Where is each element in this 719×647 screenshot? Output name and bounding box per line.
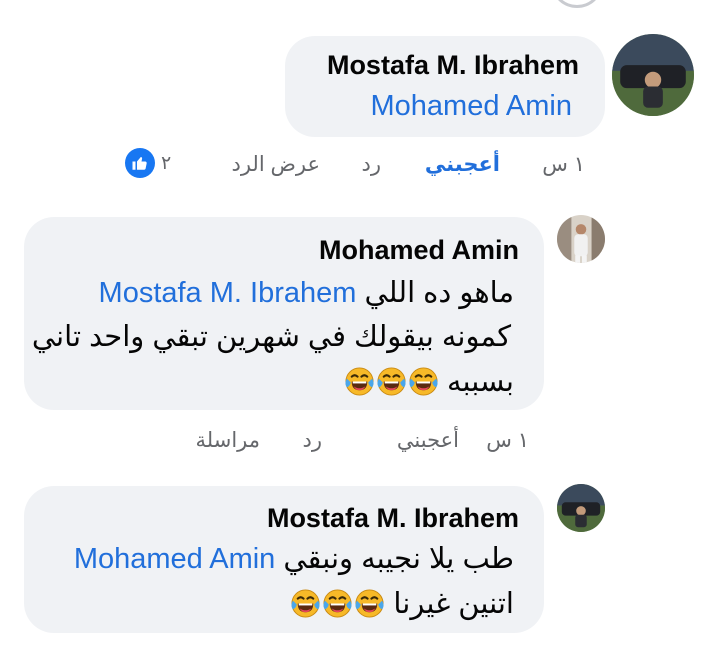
reply-button[interactable]: رد [362, 152, 382, 177]
comment-timestamp[interactable]: ١ س [486, 428, 529, 453]
comment-line: كمونه بيقولك في شهرين تبقي واحد تاني [31, 321, 511, 353]
reaction-count: ٢ [161, 152, 172, 174]
reply-button[interactable]: رد [303, 428, 323, 453]
reaction-summary[interactable]: ٢ [125, 148, 171, 178]
laughing-tears-emoji [322, 588, 353, 619]
avatar-image [557, 484, 605, 532]
laughing-tears-emoji [354, 588, 385, 619]
comment-text: ماهو ده اللي [356, 277, 514, 309]
avatar[interactable] [557, 215, 605, 263]
comment-author[interactable]: Mostafa M. Ibrahem [327, 50, 579, 81]
comment-timestamp[interactable]: ١ س [542, 152, 585, 177]
comment-line: ماهو ده اللي Mostafa M. Ibrahem [99, 275, 514, 310]
previous-avatar-edge [552, 0, 602, 8]
comment-line: طب يلا نجيبه ونبقي Mohamed Amin [74, 541, 514, 576]
comment-text: اتنين غيرنا [393, 588, 514, 620]
laughing-tears-emoji [408, 366, 439, 397]
comment-actions: ١ س أعجبني رد عرض الرد [0, 152, 600, 182]
comment-line: اتنين غيرنا [289, 586, 514, 621]
thumbs-up-icon [125, 148, 155, 178]
like-button[interactable]: أعجبني [397, 428, 459, 453]
comment-bubble: Mostafa M. Ibrahem Mohamed Amin [285, 36, 605, 137]
comment-text: طب يلا نجيبه ونبقي [275, 543, 514, 575]
mention-link[interactable]: Mostafa M. Ibrahem [99, 277, 357, 309]
comment-bubble: Mohamed Amin ماهو ده اللي Mostafa M. Ibr… [24, 217, 544, 410]
avatar[interactable] [612, 34, 694, 116]
comment-author[interactable]: Mostafa M. Ibrahem [267, 503, 519, 534]
mention-link[interactable]: Mohamed Amin [74, 543, 276, 575]
like-button[interactable]: أعجبني [425, 152, 500, 177]
avatar[interactable] [557, 484, 605, 532]
view-reply-button[interactable]: عرض الرد [231, 152, 320, 177]
laughing-tears-emoji [376, 366, 407, 397]
avatar-image [612, 34, 694, 116]
laughing-tears-emoji [290, 588, 321, 619]
comment-bubble: Mostafa M. Ibrahem طب يلا نجيبه ونبقي Mo… [24, 486, 544, 633]
laughing-tears-emoji [344, 366, 375, 397]
mention-link[interactable]: Mohamed Amin [371, 90, 573, 123]
comment-author[interactable]: Mohamed Amin [319, 235, 519, 266]
message-button[interactable]: مراسلة [196, 428, 260, 453]
comment-actions: ١ س أعجبني رد مراسلة [0, 428, 544, 458]
comment-line: بسببه [343, 364, 514, 399]
avatar-image [557, 215, 605, 263]
comment-text: بسببه [447, 366, 514, 398]
